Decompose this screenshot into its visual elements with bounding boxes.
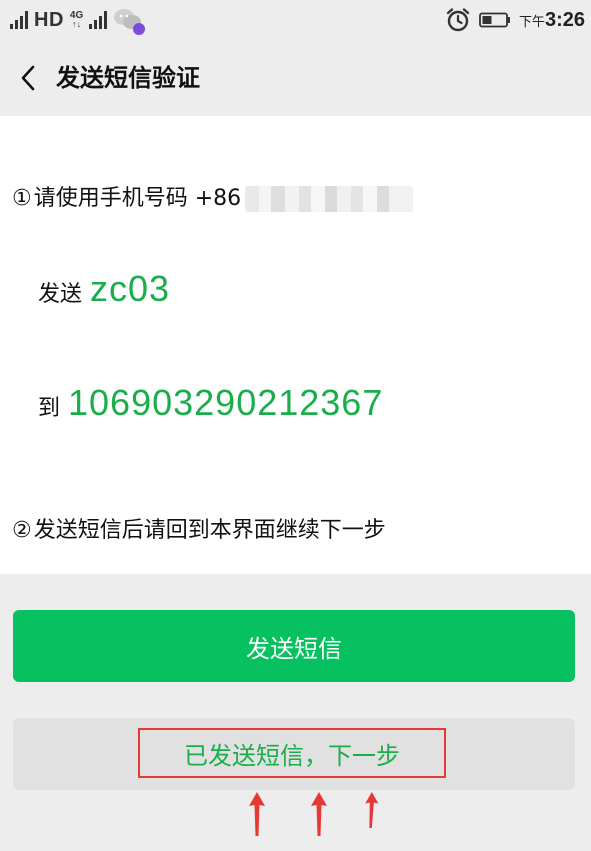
recipient-line: 到 106903290212367: [38, 382, 383, 424]
signal-icon: [10, 11, 28, 29]
hd-label: HD: [34, 8, 64, 31]
sms-code: zc03: [90, 268, 171, 309]
step-one-number: ①: [12, 186, 32, 211]
to-label: 到: [38, 396, 61, 421]
annotation-arrow-icon: [311, 792, 327, 836]
next-step-button-label: 已发送短信，下一步: [184, 741, 400, 770]
send-sms-button[interactable]: 发送短信: [13, 610, 575, 682]
step-two-text: 发送短信后请回到本界面继续下一步: [33, 518, 386, 543]
notification-badge-icon: [133, 23, 146, 35]
status-bar-right: 下午 3:26: [445, 5, 585, 35]
step-one-text: 请使用手机号码 +86: [33, 186, 242, 211]
annotation-highlight-box: 已发送短信，下一步: [138, 728, 446, 778]
battery-icon: [479, 12, 510, 28]
signal-icon: [89, 11, 108, 29]
back-arrow-icon: [21, 65, 35, 91]
alarm-icon: [446, 8, 470, 32]
wechat-icon: [113, 7, 146, 35]
data-arrows-icon: ↑↓: [72, 19, 82, 29]
page-title: 发送短信验证: [56, 64, 200, 92]
send-label: 发送: [38, 282, 83, 307]
step-two-number: ②: [12, 518, 32, 543]
status-bar: HD 4G ↑↓ 下午 3:26: [0, 0, 591, 40]
instruction-panel: ① 请使用手机号码 +86 发送 zc03 到 106903290212367 …: [0, 116, 591, 574]
step-one: ① 请使用手机号码 +86: [12, 184, 414, 214]
back-button[interactable]: [10, 60, 46, 96]
send-sms-button-label: 发送短信: [246, 634, 342, 663]
title-bar: 发送短信验证: [0, 40, 591, 116]
status-bar-left: HD 4G ↑↓: [10, 6, 146, 35]
recipient-number: 106903290212367: [68, 382, 384, 423]
clock: 下午 3:26: [519, 9, 585, 32]
annotation-arrow-icon: [249, 792, 265, 836]
redacted-phone-number: [245, 186, 414, 212]
send-code-line: 发送 zc03: [38, 268, 170, 310]
network-type-indicator: 4G ↑↓: [70, 11, 83, 29]
clock-ampm: 下午: [518, 14, 545, 30]
step-two: ② 发送短信后请回到本界面继续下一步: [12, 516, 386, 546]
annotation-arrow-icon: [365, 792, 379, 828]
clock-time: 3:26: [544, 8, 585, 31]
next-step-button[interactable]: 已发送短信，下一步: [13, 718, 575, 790]
